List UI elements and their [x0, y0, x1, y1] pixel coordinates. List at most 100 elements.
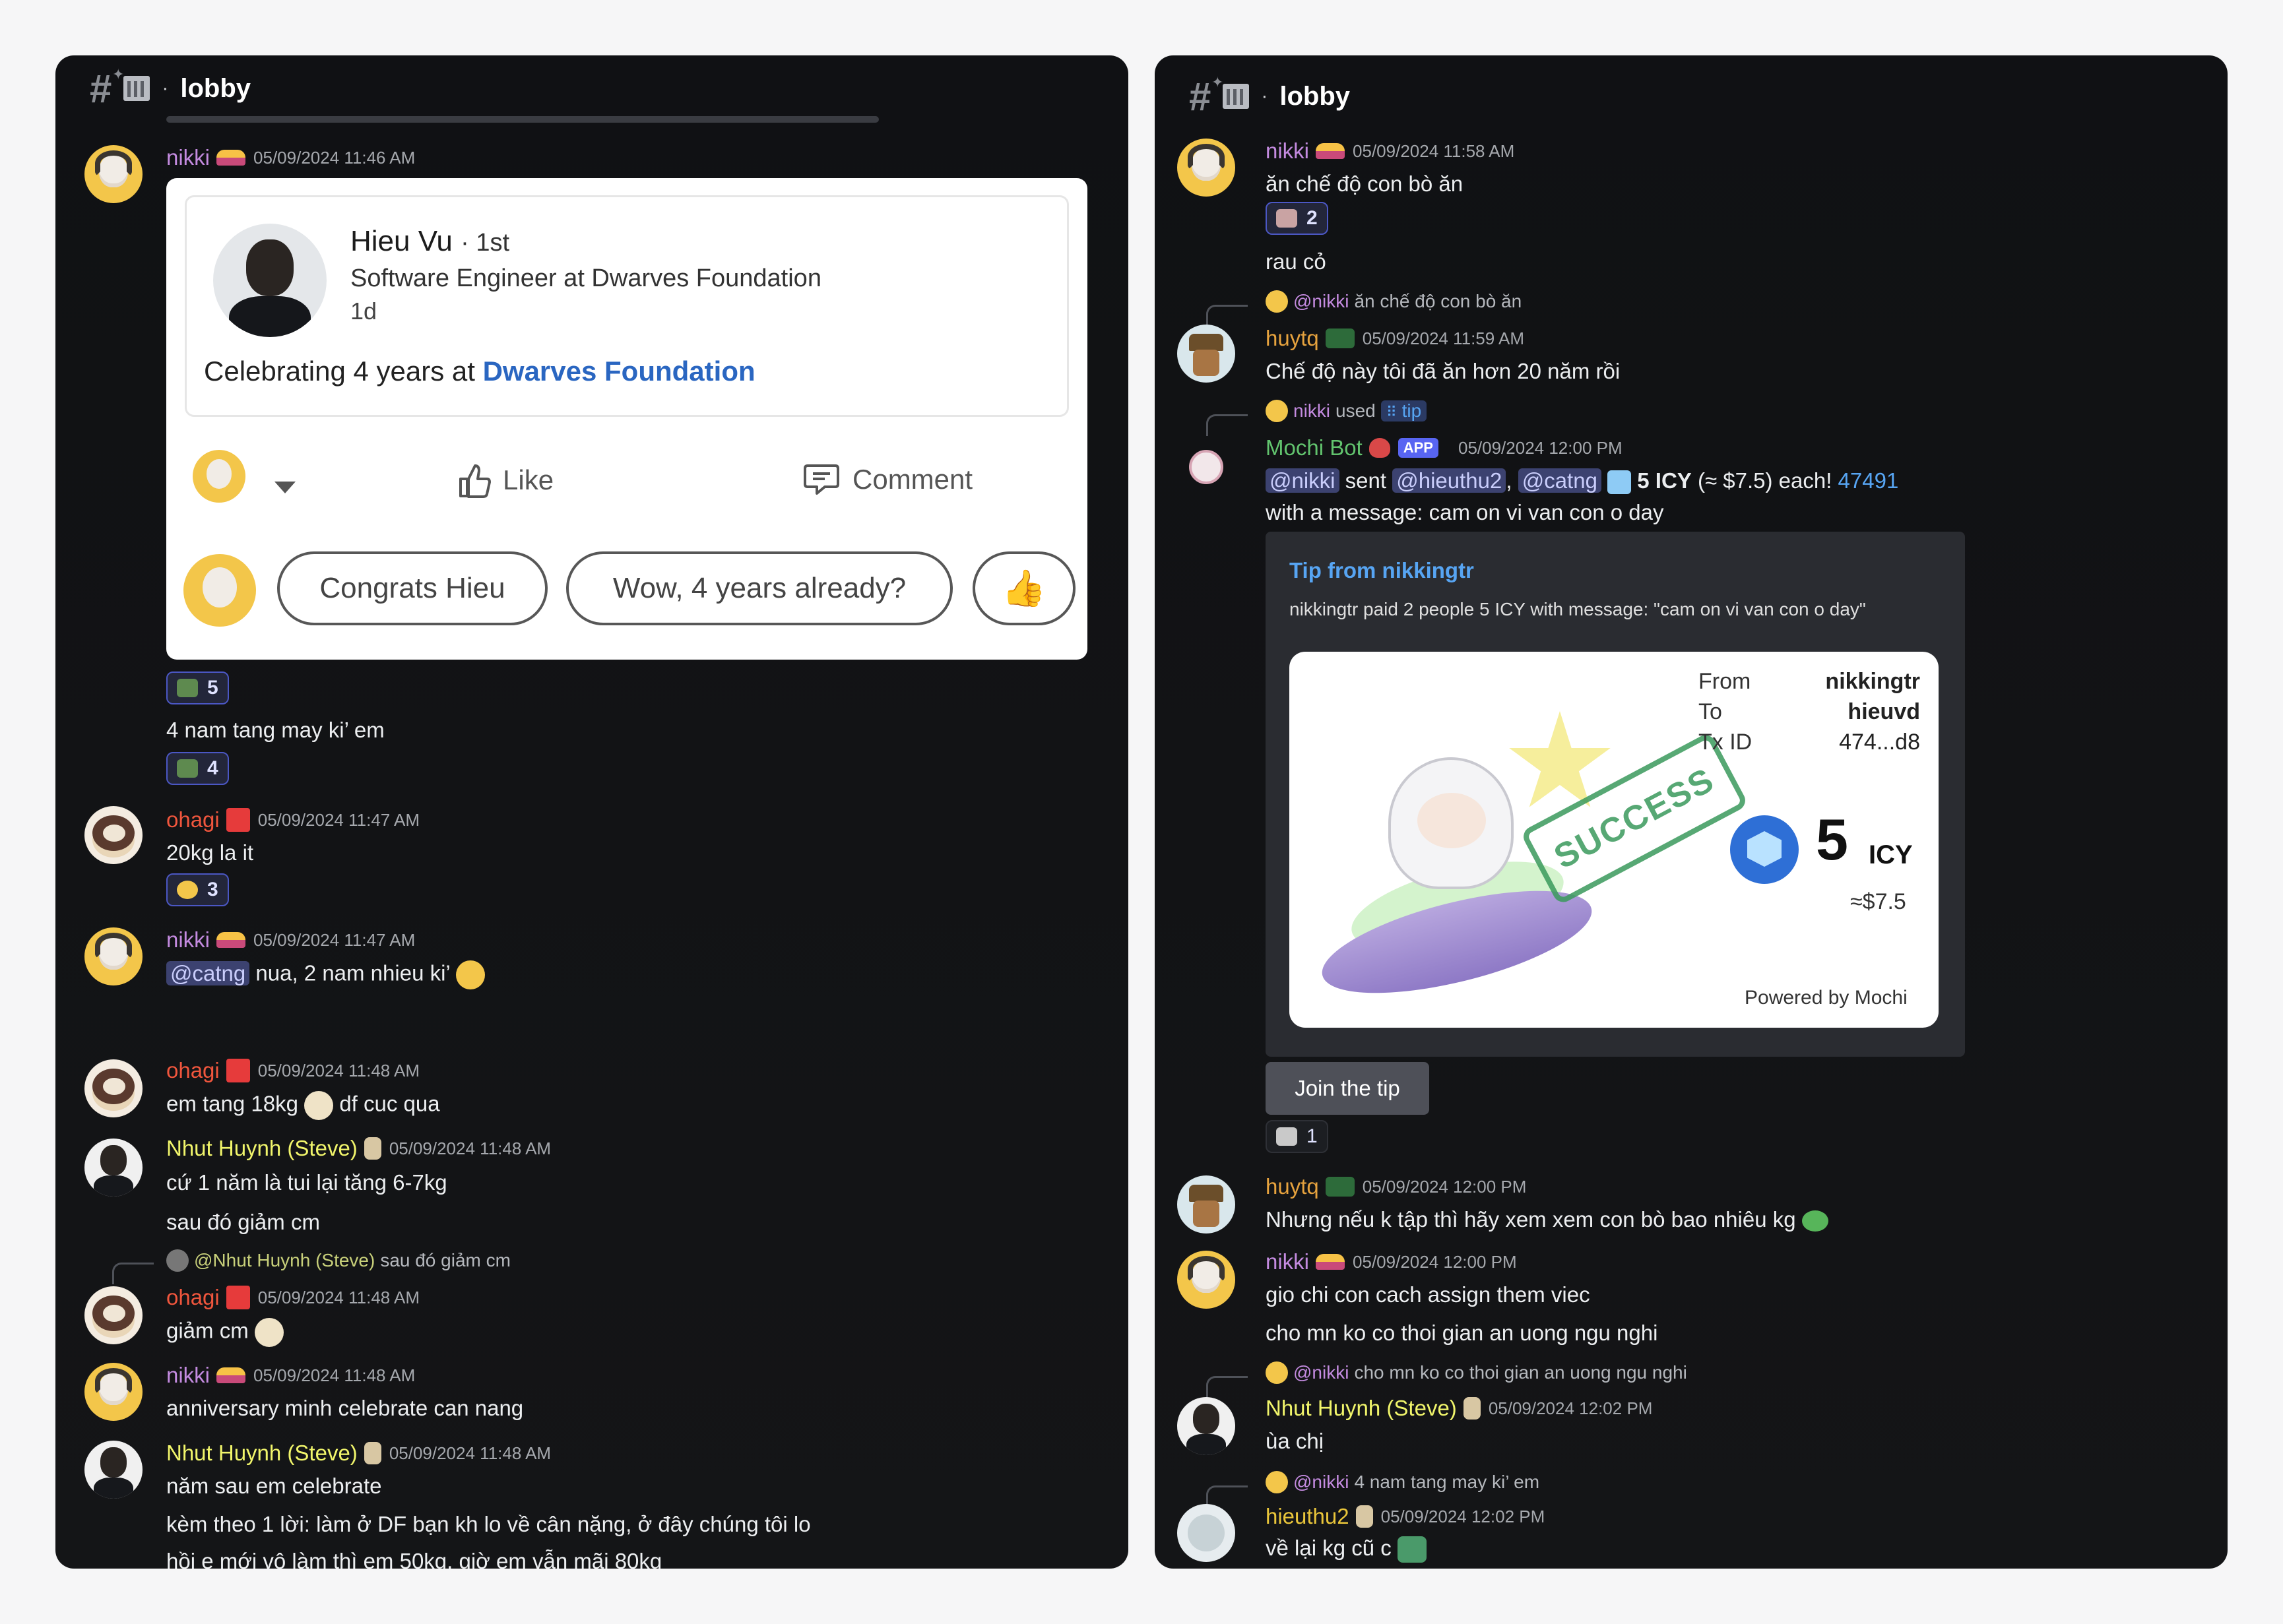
role-badge-icon	[1316, 1254, 1345, 1270]
command-user[interactable]: nikki	[1293, 400, 1330, 422]
username[interactable]: Mochi Bot	[1266, 435, 1363, 460]
reply-avatar	[1266, 290, 1288, 313]
reactor-avatar[interactable]	[193, 450, 245, 503]
avatar[interactable]	[1177, 1175, 1235, 1234]
like-button[interactable]: Like	[457, 462, 554, 499]
astronaut-illustration	[1388, 757, 1514, 889]
horizontal-scrollbar[interactable]	[166, 116, 879, 123]
reply-preview[interactable]: @nikki 4 nam tang may ki’ em	[1266, 1471, 1539, 1493]
avatar[interactable]	[1177, 1504, 1235, 1562]
reply-preview[interactable]: @Nhut Huynh (Steve) sau đó giảm cm	[166, 1249, 511, 1272]
avatar[interactable]	[84, 806, 143, 864]
username[interactable]: huytq	[1266, 326, 1319, 351]
timestamp: 05/09/2024 11:48 AM	[389, 1443, 552, 1463]
reply-preview[interactable]: @nikki ăn chế độ con bò ăn	[1266, 290, 1522, 313]
frog-emoji-icon	[177, 679, 198, 697]
username[interactable]: ohagi	[166, 1058, 220, 1083]
role-badge-icon	[1325, 1177, 1355, 1197]
suggestion-wow[interactable]: Wow, 4 years already?	[566, 551, 953, 625]
reaction-pill[interactable]: 1	[1266, 1120, 1328, 1153]
message-body: về lại kg cũ c	[1266, 1536, 1392, 1560]
avatar[interactable]	[84, 1059, 143, 1117]
username[interactable]: Nhut Huynh (Steve)	[1266, 1396, 1457, 1421]
username[interactable]: nikki	[1266, 139, 1309, 164]
from-value: nikkingtr	[1825, 669, 1920, 694]
reply-text: ăn chế độ con bò ăn	[1354, 291, 1522, 311]
message-text: ăn chế độ con bò ăn	[1266, 172, 1463, 196]
thumbs-up-icon	[459, 464, 491, 498]
avatar[interactable]	[1177, 1251, 1235, 1309]
avatar[interactable]	[84, 1363, 143, 1421]
company-link[interactable]: Dwarves Foundation	[483, 356, 756, 387]
to-label: To	[1698, 699, 1722, 724]
chevron-down-icon[interactable]	[274, 482, 296, 493]
username[interactable]: Nhut Huynh (Steve)	[166, 1441, 358, 1466]
profile-photo[interactable]	[213, 224, 327, 337]
user-mention[interactable]: @hieuthu2	[1392, 468, 1506, 493]
message-text: sau đó giảm cm	[166, 1210, 320, 1234]
channel-separator: ·	[1261, 85, 1268, 107]
message-header: nikki 05/09/2024 11:48 AM	[166, 1363, 415, 1388]
avatar[interactable]	[1177, 139, 1235, 197]
username[interactable]: nikki	[1266, 1249, 1309, 1274]
message-header: Nhut Huynh (Steve) 05/09/2024 11:48 AM	[166, 1441, 551, 1466]
username[interactable]: nikki	[166, 1363, 210, 1388]
app-tag: APP	[1398, 438, 1438, 458]
channel-name[interactable]: lobby	[1279, 82, 1350, 111]
txid-label: Tx ID	[1698, 730, 1752, 755]
linkedin-embed[interactable]: Hieu Vu · 1st Software Engineer at Dwarv…	[166, 178, 1087, 660]
username[interactable]: ohagi	[166, 1285, 220, 1310]
avatar[interactable]	[1177, 438, 1235, 496]
tip-title[interactable]: Tip from nikkingtr	[1289, 558, 1474, 583]
avatar[interactable]	[84, 927, 143, 985]
txid-value: 474...d8	[1839, 730, 1920, 755]
reaction-pill[interactable]: 2	[1266, 202, 1328, 235]
username[interactable]: huytq	[1266, 1174, 1319, 1199]
pleading-face-icon	[455, 960, 485, 989]
separator: ,	[1506, 468, 1518, 493]
avatar[interactable]	[84, 145, 143, 203]
user-mention[interactable]: @nikki	[1266, 468, 1339, 493]
reply-avatar	[166, 1249, 189, 1272]
avatar[interactable]	[1177, 1397, 1235, 1455]
chat-panel-left: # · lobby nikki 05/09/2024 11:46 AM Hieu…	[55, 55, 1128, 1569]
tx-link[interactable]: 47491	[1838, 468, 1899, 493]
username[interactable]: ohagi	[166, 807, 220, 832]
reply-preview[interactable]: @nikki cho mn ko co thoi gian an uong ng…	[1266, 1361, 1687, 1384]
message-header: hieuthu2 05/09/2024 12:02 PM	[1266, 1504, 1545, 1529]
profile-title: Software Engineer at Dwarves Foundation	[350, 265, 821, 292]
username[interactable]: Nhut Huynh (Steve)	[166, 1136, 358, 1161]
message-text: anniversary minh celebrate can nang	[166, 1396, 524, 1420]
join-tip-button[interactable]: Join the tip	[1266, 1062, 1429, 1115]
username[interactable]: hieuthu2	[1266, 1504, 1349, 1529]
comment-button[interactable]: Comment	[802, 462, 973, 497]
message-text: ùa chị	[1266, 1429, 1324, 1453]
reaction-pill[interactable]: 5	[166, 671, 229, 704]
avatar[interactable]	[84, 1286, 143, 1344]
frog-emoji-icon	[177, 759, 198, 778]
profile-name[interactable]: Hieu Vu · 1st	[350, 225, 509, 258]
post-age: 1d	[350, 297, 377, 325]
user-mention[interactable]: @catng	[166, 960, 250, 985]
reply-username: @nikki	[1293, 291, 1349, 311]
suggestion-thumbs-up[interactable]: 👍	[973, 551, 1076, 625]
message-text: em tang 18kg df cuc qua	[166, 1091, 440, 1120]
reaction-pill[interactable]: 4	[166, 752, 229, 785]
suggestion-congrats[interactable]: Congrats Hieu	[277, 551, 548, 625]
role-badge-icon	[1325, 328, 1355, 348]
cat-emoji-icon	[304, 1091, 334, 1120]
avatar[interactable]	[1177, 325, 1235, 383]
user-mention[interactable]: @catng	[1518, 468, 1601, 493]
message-text: rau cỏ	[1266, 249, 1326, 274]
message-text: năm sau em celebrate	[166, 1474, 382, 1498]
avatar[interactable]	[84, 1441, 143, 1499]
reaction-pill[interactable]: 3	[166, 873, 229, 906]
username[interactable]: nikki	[166, 145, 210, 170]
tip-receipt-image: SUCCESS From nikkingtr To hieuvd Tx ID 4…	[1289, 652, 1939, 1028]
username[interactable]: nikki	[166, 927, 210, 953]
from-label: From	[1698, 669, 1751, 694]
role-badge-icon	[1316, 143, 1345, 159]
slash-command[interactable]: ⠿ tip	[1380, 400, 1427, 422]
channel-name[interactable]: lobby	[180, 74, 251, 104]
avatar[interactable]	[84, 1139, 143, 1197]
